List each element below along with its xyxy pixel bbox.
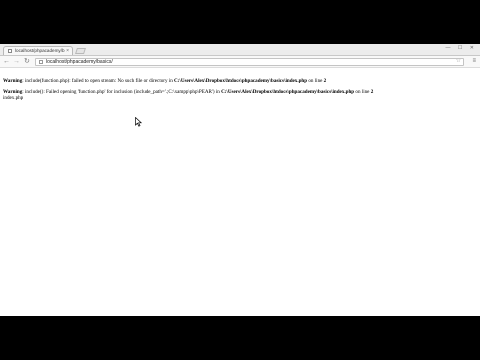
browser-tab[interactable]: localhost/phpacademy/b × bbox=[3, 46, 73, 55]
mouse-cursor-icon bbox=[135, 117, 143, 127]
php-warning-1: Warning: include(function.php): failed t… bbox=[3, 78, 473, 84]
tab-close-icon[interactable]: × bbox=[66, 47, 69, 55]
warning-message: : include(): Failed opening 'function.ph… bbox=[22, 89, 222, 95]
warning-line-text: on line bbox=[307, 78, 324, 84]
tab-strip: localhost/phpacademy/b × — ☐ ✕ bbox=[0, 44, 480, 56]
warning-line-text: on line bbox=[354, 89, 371, 95]
warning-file-path: C:\Users\Alex\Dropbox\htdocs\phpacademy\… bbox=[174, 78, 308, 84]
letterbox-bottom bbox=[0, 316, 480, 360]
warning-label: Warning bbox=[3, 78, 23, 84]
php-warning-2: Warning: include(): Failed opening 'func… bbox=[3, 89, 473, 101]
tab-title: localhost/phpacademy/b bbox=[15, 48, 65, 53]
address-text[interactable]: localhost/phpacademy/basics/ bbox=[46, 59, 113, 65]
page-content: Warning: include(function.php): failed t… bbox=[3, 78, 473, 101]
browser-window: localhost/phpacademy/b × — ☐ ✕ ← → ↻ loc… bbox=[0, 44, 480, 316]
page-output-text: index.php bbox=[3, 95, 24, 101]
page-favicon-icon bbox=[8, 49, 12, 53]
bookmark-star-icon[interactable]: ☆ bbox=[456, 59, 461, 64]
browser-menu-icon[interactable]: ≡ bbox=[472, 56, 476, 67]
reload-icon[interactable]: ↻ bbox=[24, 56, 30, 67]
warning-line-number: 2 bbox=[370, 89, 374, 95]
page-icon bbox=[39, 60, 43, 64]
warning-file-path: C:\Users\Alex\Dropbox\htdocs\phpacademy\… bbox=[221, 89, 355, 95]
letterbox-top bbox=[0, 0, 480, 44]
address-bar[interactable]: localhost/phpacademy/basics/ ☆ bbox=[35, 58, 464, 66]
window-controls[interactable]: — ☐ ✕ bbox=[446, 44, 477, 53]
warning-message: : include(function.php): failed to open … bbox=[22, 78, 175, 84]
new-tab-button[interactable] bbox=[75, 48, 86, 54]
warning-line-number: 2 bbox=[323, 78, 327, 84]
forward-icon[interactable]: → bbox=[13, 56, 20, 67]
browser-toolbar: ← → ↻ localhost/phpacademy/basics/ ☆ ≡ bbox=[0, 56, 480, 68]
back-icon[interactable]: ← bbox=[3, 56, 10, 67]
